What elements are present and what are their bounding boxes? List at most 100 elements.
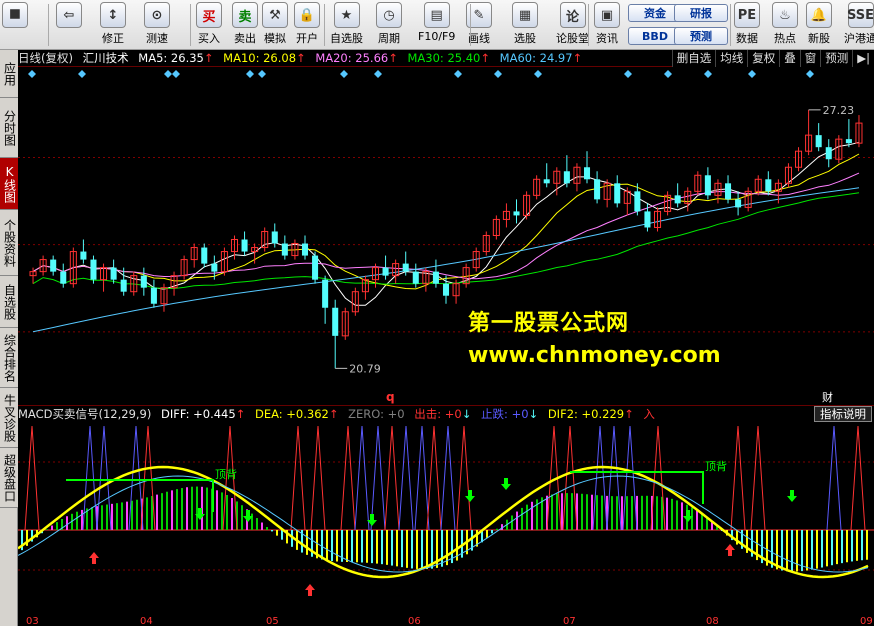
kline-chart[interactable]: 27.23 20.79	[18, 67, 874, 390]
candle[interactable]	[90, 255, 97, 284]
candle[interactable]	[301, 235, 309, 260]
candle[interactable]	[674, 183, 681, 208]
candle[interactable]	[855, 115, 863, 148]
watchlist-button[interactable]: ★ 自选股	[330, 2, 363, 48]
period-label[interactable]: 日线(复权)	[18, 51, 73, 65]
candle[interactable]	[502, 203, 510, 228]
left-tab-7[interactable]: 超级盘口	[0, 448, 18, 508]
candle[interactable]	[361, 275, 369, 300]
event-marker-icon[interactable]	[246, 70, 254, 78]
windows-grid-icon[interactable]: ⯀	[2, 2, 28, 48]
chart-control-5[interactable]: 预测	[820, 50, 852, 67]
candle[interactable]	[261, 227, 269, 252]
speed-test-button[interactable]: ⊙ 测速	[144, 2, 170, 48]
candle[interactable]	[422, 267, 430, 292]
left-tab-2[interactable]: K线图	[0, 158, 18, 210]
candle[interactable]	[341, 307, 349, 340]
candle[interactable]	[594, 171, 601, 204]
candle[interactable]	[452, 279, 460, 304]
candle[interactable]	[100, 263, 108, 292]
forum-button[interactable]: 论论股堂	[556, 2, 589, 48]
candle[interactable]	[180, 255, 188, 280]
candle[interactable]	[513, 199, 520, 224]
event-marker-icon[interactable]	[340, 70, 348, 78]
left-tab-4[interactable]: 自选股	[0, 276, 18, 328]
candle[interactable]	[312, 251, 319, 284]
candle[interactable]	[170, 271, 178, 296]
candle[interactable]	[795, 147, 803, 172]
adjust-button[interactable]: ↕ 修正	[100, 2, 126, 48]
new-stock-button[interactable]: 🔔 新股	[806, 2, 832, 48]
left-tab-6[interactable]: 牛叉诊股	[0, 388, 18, 448]
macd-chart[interactable]: 顶背 顶背 03 04 05 06 07 08 09	[18, 422, 874, 626]
candle[interactable]	[201, 243, 208, 268]
kline-svg[interactable]: 27.23 20.79	[18, 67, 874, 390]
left-tab-3[interactable]: 个股资料	[0, 210, 18, 276]
candle[interactable]	[322, 275, 329, 324]
candle[interactable]	[845, 119, 852, 148]
back-arrow-icon[interactable]: ⇦	[56, 2, 82, 48]
candle[interactable]	[563, 155, 570, 188]
event-marker-icon[interactable]	[748, 70, 756, 78]
buy-button[interactable]: 买买入	[196, 2, 222, 48]
left-tab-5[interactable]: 综合排名	[0, 328, 18, 388]
candle[interactable]	[704, 167, 711, 200]
candle[interactable]	[835, 135, 843, 164]
chart-control-4[interactable]: 窗	[799, 50, 821, 67]
hotspot-button[interactable]: ♨ 热点	[772, 2, 798, 48]
event-marker-icon[interactable]	[172, 70, 180, 78]
candle[interactable]	[533, 175, 541, 200]
candle[interactable]	[271, 223, 278, 248]
indicator-explain-button[interactable]: 指标说明	[814, 406, 872, 422]
candle[interactable]	[332, 299, 339, 369]
candle[interactable]	[110, 259, 117, 284]
data-button[interactable]: PE 数据	[734, 2, 760, 48]
candle[interactable]	[815, 123, 822, 152]
candle[interactable]	[805, 109, 813, 156]
candle[interactable]	[725, 175, 732, 204]
indicator-name[interactable]: MACD买卖信号(12,29,9)	[18, 407, 151, 421]
candle[interactable]	[543, 163, 550, 188]
candle[interactable]	[60, 263, 67, 288]
event-marker-icon[interactable]	[28, 70, 36, 78]
simulate-button[interactable]: ⚒ 模拟	[262, 2, 288, 48]
event-marker-icon[interactable]	[374, 70, 382, 78]
candle[interactable]	[50, 255, 57, 276]
macd-svg[interactable]: 顶背顶背03 04 05 06 07 08 09	[18, 422, 874, 626]
event-marker-icon[interactable]	[624, 70, 632, 78]
event-marker-icon[interactable]	[806, 70, 814, 78]
candle[interactable]	[653, 207, 662, 232]
candle[interactable]	[664, 191, 672, 216]
period-button[interactable]: ◷ 周期	[376, 2, 402, 48]
candle[interactable]	[241, 231, 248, 256]
candle[interactable]	[190, 243, 198, 268]
open-account-button[interactable]: 🔒 开户	[294, 2, 320, 48]
left-tab-1[interactable]: 分时图	[0, 98, 18, 158]
candle[interactable]	[160, 283, 168, 312]
candle[interactable]	[603, 179, 611, 208]
event-marker-icon[interactable]	[78, 70, 86, 78]
f10-button[interactable]: ▤ F10/F9	[418, 2, 455, 48]
candle[interactable]	[351, 287, 359, 316]
candle[interactable]	[784, 163, 792, 188]
candle[interactable]	[623, 187, 631, 216]
research-pill[interactable]: 研报	[674, 4, 728, 22]
hk-connect-button[interactable]: SSE 沪港通	[844, 2, 874, 48]
chart-control-3[interactable]: 叠	[779, 50, 800, 67]
event-marker-icon[interactable]	[664, 70, 672, 78]
candle[interactable]	[140, 267, 147, 296]
candle[interactable]	[523, 191, 531, 220]
event-marker-icon[interactable]	[534, 70, 542, 78]
chart-control-2[interactable]: 复权	[747, 50, 779, 67]
left-tab-0[interactable]: 应用	[0, 50, 18, 98]
candle[interactable]	[492, 215, 500, 240]
cai-marker[interactable]: 财	[822, 390, 833, 404]
news-button[interactable]: ▣ 资讯	[594, 2, 620, 48]
candle[interactable]	[735, 191, 742, 216]
chart-control-0[interactable]: 删自选	[671, 50, 716, 67]
candle[interactable]	[80, 239, 87, 264]
forecast-pill[interactable]: 预测	[674, 27, 728, 45]
candle[interactable]	[281, 235, 288, 260]
candle[interactable]	[694, 171, 702, 196]
candle[interactable]	[825, 139, 832, 168]
